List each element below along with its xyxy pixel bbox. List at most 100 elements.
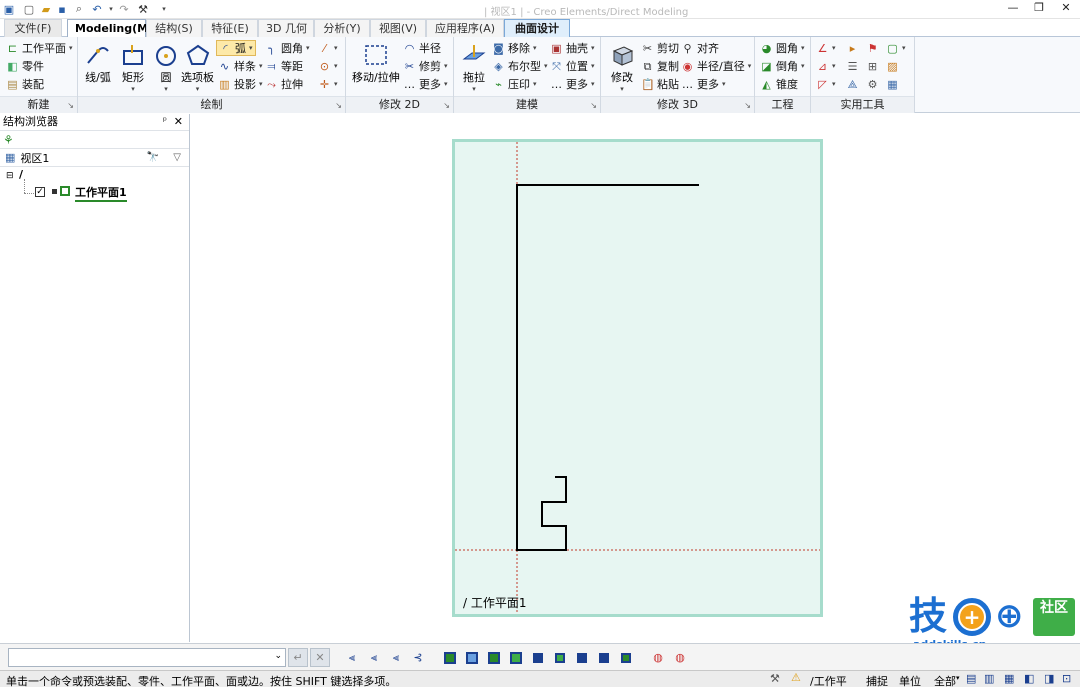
trim-button[interactable]: ✂ 修剪 ▾: [403, 58, 448, 74]
window-layout-3-icon[interactable]: ▦: [1004, 672, 1014, 685]
group-expand-icon[interactable]: ↘: [590, 101, 597, 110]
cancel-command-button[interactable]: ✕: [310, 648, 330, 667]
command-input[interactable]: ⌄: [8, 648, 286, 667]
group-expand-icon[interactable]: ↘: [335, 101, 342, 110]
radius-diameter-button[interactable]: ◉ 半径/直径 ▾: [681, 58, 752, 74]
construct-circle-button[interactable]: ⊙ ▾: [318, 58, 338, 74]
modify-button[interactable]: 修改 ▾: [607, 41, 637, 93]
modify2d-more-button[interactable]: … 更多 ▾: [403, 76, 448, 92]
chamfer-button[interactable]: ◪ 倒角 ▾: [760, 58, 804, 74]
tool-r3c3[interactable]: ⚙: [866, 76, 879, 92]
taper-button[interactable]: ◭ 锥度: [760, 76, 798, 92]
tool-r1c3[interactable]: ⚑: [866, 40, 879, 56]
view-mode-2-icon[interactable]: ⫷: [364, 648, 384, 667]
fit-view-icon[interactable]: ⊡: [1062, 672, 1071, 685]
boolean-button[interactable]: ◈ 布尔型 ▾: [492, 58, 547, 74]
view-iso-2-icon[interactable]: [462, 648, 482, 667]
extend-button[interactable]: ⤳ 拉伸: [265, 76, 303, 92]
tab-view[interactable]: 视图(V): [370, 19, 426, 37]
modify3d-more-button[interactable]: … 更多 ▾: [681, 76, 726, 92]
workplane-button[interactable]: ⊏ 工作平面 ▾: [6, 40, 73, 56]
restore-button[interactable]: ❐: [1028, 1, 1050, 18]
root-node-icon[interactable]: /: [19, 168, 23, 181]
tools-icon[interactable]: ⚒: [136, 2, 150, 16]
tool-r1c4[interactable]: ▢ ▾: [886, 40, 905, 56]
tab-surface-design[interactable]: 曲面设计: [504, 19, 570, 37]
copy-button[interactable]: ⧉ 复制: [641, 58, 679, 74]
round-button[interactable]: ◕ 圆角 ▾: [760, 40, 805, 56]
close-button[interactable]: ✕: [1055, 1, 1077, 18]
tool-r3c4[interactable]: ▦: [886, 76, 899, 92]
view-iso-3-icon[interactable]: [484, 648, 504, 667]
quick-access-dropdown-icon[interactable]: ▾: [157, 2, 171, 16]
new-file-icon[interactable]: ▢: [22, 2, 36, 16]
minimize-button[interactable]: —: [1002, 1, 1024, 18]
pull-button[interactable]: 拖拉 ▾: [459, 41, 489, 93]
tool-r2c3[interactable]: ⊞: [866, 58, 879, 74]
view-back-icon[interactable]: [550, 648, 570, 667]
view-iso-1-icon[interactable]: [440, 648, 460, 667]
window-layout-2-icon[interactable]: ▥: [984, 672, 994, 685]
rectangle-button[interactable]: 矩形 ▾: [118, 41, 148, 93]
print-preview-icon[interactable]: ⌕: [72, 2, 86, 16]
undo-dropdown-icon[interactable]: ▾: [104, 2, 118, 16]
circle-button[interactable]: 圆 ▾: [151, 41, 181, 93]
remove-button[interactable]: ◙ 移除 ▾: [492, 40, 536, 56]
view-bottom-icon[interactable]: [594, 648, 614, 667]
spline-button[interactable]: ∿ 样条 ▾: [218, 58, 263, 74]
palette-button[interactable]: 选项板 ▾: [181, 41, 214, 93]
sketch-profile[interactable]: [516, 184, 699, 551]
align-button[interactable]: ⚲ 对齐: [681, 40, 719, 56]
tab-modeling[interactable]: Modeling(M): [67, 19, 153, 38]
radius-button[interactable]: ◠ 半径: [403, 40, 441, 56]
open-folder-icon[interactable]: ▰: [39, 2, 53, 16]
view-mode-3-icon[interactable]: ⫷: [386, 648, 406, 667]
prev-view-icon[interactable]: ◧: [1024, 672, 1034, 685]
search-binoculars-icon[interactable]: 🔭: [147, 152, 159, 163]
tree-view-icon[interactable]: ⚘: [3, 133, 14, 147]
tab-3d-geometry[interactable]: 3D 几何: [258, 19, 314, 37]
shell-button[interactable]: ▣ 抽壳 ▾: [550, 40, 594, 56]
view-top-icon[interactable]: [572, 648, 592, 667]
view-side-icon[interactable]: [616, 648, 636, 667]
project-button[interactable]: ▥ 投影 ▾: [218, 76, 262, 92]
undo-icon[interactable]: ↶: [90, 2, 104, 16]
tab-analysis[interactable]: 分析(Y): [314, 19, 370, 37]
browser-close-button[interactable]: ✕: [174, 114, 183, 130]
modeling-more-button[interactable]: … 更多 ▾: [550, 76, 595, 92]
position-button[interactable]: ⤧ 位置 ▾: [550, 58, 594, 74]
tool-r1c2[interactable]: ▸: [846, 40, 859, 56]
pin-icon[interactable]: ᵖ: [163, 114, 167, 130]
construct-line-button[interactable]: ⁄ ▾: [318, 40, 338, 56]
fillet-button[interactable]: ╮ 圆角 ▾: [265, 40, 309, 56]
viewport-row[interactable]: ▦ 视区1 🔭 ▽: [0, 149, 189, 167]
workplane-sheet[interactable]: / 工作平面1: [452, 139, 823, 617]
app-icon[interactable]: ▣: [2, 2, 16, 16]
move-stretch-button[interactable]: 移动/拉伸: [352, 41, 400, 85]
tool-r2c2[interactable]: ☰: [846, 58, 859, 74]
filter-icon[interactable]: ▽: [173, 152, 181, 163]
tool-r3c1[interactable]: ◸ ▾: [816, 76, 835, 92]
warning-icon[interactable]: ⚠: [791, 671, 801, 684]
tab-file[interactable]: 文件(F): [4, 19, 62, 37]
save-icon[interactable]: ▪: [55, 2, 69, 16]
render-mode-1-icon[interactable]: ◍: [648, 648, 668, 667]
tree-collapse-icon[interactable]: ⊟: [6, 171, 14, 181]
offset-button[interactable]: ⫤ 等距: [265, 58, 303, 74]
redo-icon[interactable]: ↷: [117, 2, 131, 16]
command-dropdown-icon[interactable]: ⌄: [274, 651, 282, 661]
imprint-button[interactable]: ⌁ 压印 ▾: [492, 76, 536, 92]
view-mode-1-icon[interactable]: ⫷: [342, 648, 362, 667]
next-view-icon[interactable]: ◨: [1044, 672, 1054, 685]
viewport-canvas[interactable]: / 工作平面1 技 + ⊕ 社区 addskills.cn: [191, 114, 1080, 651]
tab-structure[interactable]: 结构(S): [146, 19, 202, 37]
render-mode-2-icon[interactable]: ◍: [670, 648, 690, 667]
visibility-checkbox[interactable]: ✓: [35, 187, 45, 197]
tool-r3c2[interactable]: ⟁: [846, 76, 859, 92]
group-expand-icon[interactable]: ↘: [67, 101, 74, 110]
tab-features[interactable]: 特征(E): [202, 19, 258, 37]
window-layout-1-icon[interactable]: ▤: [966, 672, 976, 685]
enter-button[interactable]: ↵: [288, 648, 308, 667]
arc-button[interactable]: ◜ 弧 ▾: [216, 40, 256, 56]
cut-button[interactable]: ✂ 剪切: [641, 40, 679, 56]
